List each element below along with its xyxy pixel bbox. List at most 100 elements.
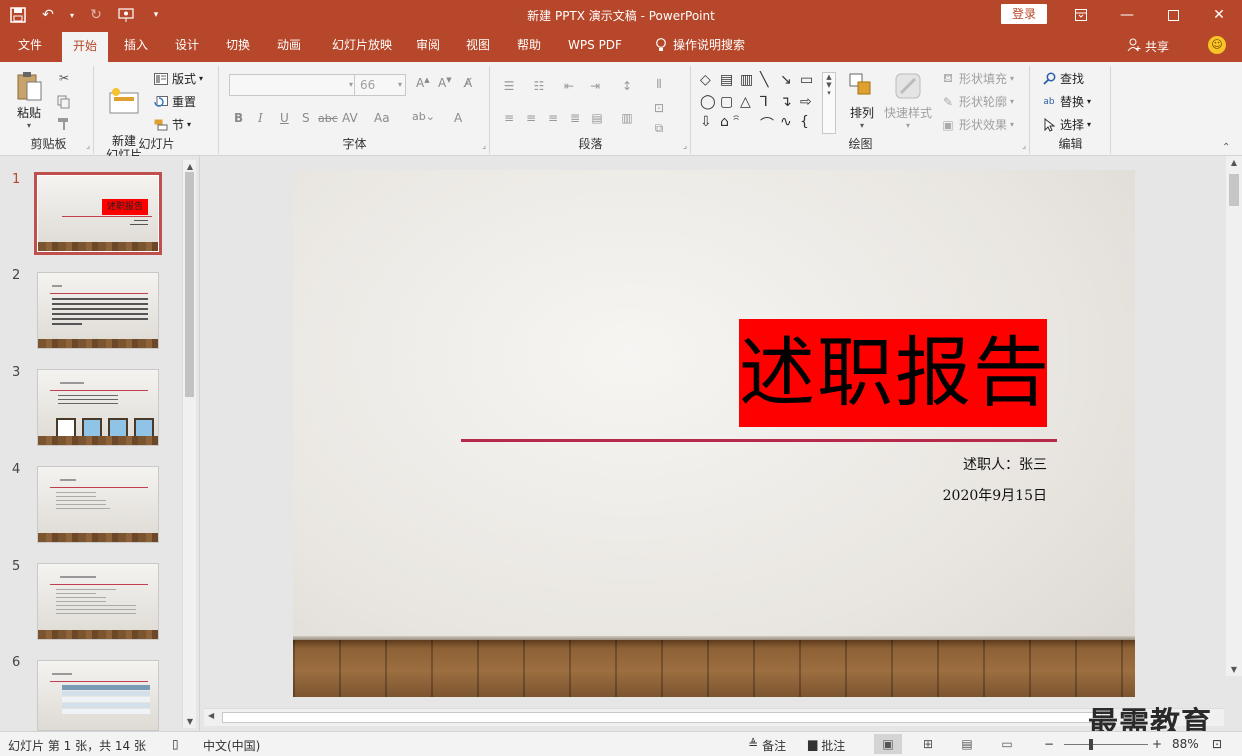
current-slide[interactable]: 述职报告 述职人：张三 2020年9月15日 <box>293 170 1135 697</box>
align-left-icon[interactable]: ≡ <box>501 110 517 126</box>
italic-button[interactable]: I <box>258 111 263 125</box>
clear-formatting-icon[interactable]: A̸ <box>464 76 472 90</box>
decrease-font-size-icon[interactable]: A▼ <box>438 76 452 90</box>
chevron-down-icon[interactable]: ▾ <box>68 5 76 25</box>
undo-icon[interactable]: ↶ <box>38 5 58 25</box>
align-center-icon[interactable]: ≡ <box>523 110 539 126</box>
save-icon[interactable] <box>8 5 28 25</box>
scroll-up-icon[interactable]: ▲ <box>183 162 197 171</box>
slide-thumbnail-3[interactable] <box>37 369 159 446</box>
quick-styles-button[interactable]: 快速样式 ▾ <box>882 70 934 130</box>
scrollbar-thumb[interactable] <box>222 712 1102 723</box>
slideshow-view-icon[interactable]: ▭ <box>993 734 1021 754</box>
notes-button[interactable]: ≜ 备注 <box>748 737 786 754</box>
replace-button[interactable]: ab 替换 ▾ <box>1041 93 1091 110</box>
arrow-line-icon[interactable]: ↘ <box>780 72 792 88</box>
minimize-icon[interactable]: — <box>1104 0 1150 30</box>
curve-shape-icon[interactable]: ∿ <box>780 114 792 130</box>
smartart-icon[interactable]: ⧉ <box>651 120 667 136</box>
change-case-button[interactable]: Aa <box>374 111 390 125</box>
justify-icon[interactable]: ≣ <box>567 110 583 126</box>
cut-icon[interactable]: ✂ <box>56 70 72 86</box>
increase-font-size-icon[interactable]: A▲ <box>416 76 430 90</box>
feedback-smiley-icon[interactable]: ☺ <box>1208 36 1226 54</box>
zoom-level[interactable]: 88% <box>1172 737 1199 751</box>
close-icon[interactable]: ✕ <box>1196 0 1242 30</box>
copy-icon[interactable] <box>56 94 72 110</box>
slide-thumbnail-2[interactable] <box>37 272 159 349</box>
reset-button[interactable]: 重置 <box>153 93 196 110</box>
zoom-out-icon[interactable]: − <box>1044 737 1054 751</box>
line-spacing-icon[interactable]: ↕ <box>619 78 635 94</box>
rectangle-shape-icon[interactable]: ▭ <box>800 72 813 88</box>
login-button[interactable]: 登录 <box>1001 4 1047 24</box>
character-spacing-button[interactable]: AV <box>342 111 358 125</box>
scroll-left-icon[interactable]: ◀ <box>208 711 214 720</box>
align-right-icon[interactable]: ≡ <box>545 110 561 126</box>
zoom-slider-knob[interactable] <box>1089 739 1093 750</box>
tab-file[interactable]: 文件 <box>8 30 52 62</box>
shapes-gallery[interactable]: ◇ ▤ ▥ ╲ ↘ ▭ ◯ ▢ △ ⅂ ↴ ⇨ ⇩ ⌂ ꩰ ⌒ ∿ { <box>698 72 818 134</box>
language-status[interactable]: 中文(中国) <box>203 737 260 754</box>
increase-indent-icon[interactable]: ⇥ <box>587 78 603 94</box>
slide-reporter[interactable]: 述职人：张三 <box>963 454 1047 474</box>
columns-icon[interactable]: ▥ <box>619 110 635 126</box>
slide-thumbnail-5[interactable] <box>37 563 159 640</box>
scrollbar-thumb[interactable] <box>185 172 194 397</box>
maximize-icon[interactable] <box>1150 0 1196 30</box>
customize-toolbar-icon[interactable]: ▾ <box>146 5 166 25</box>
scroll-down-icon[interactable]: ▼ <box>1226 665 1242 674</box>
right-arrow-shape-icon[interactable]: ⇨ <box>800 94 812 110</box>
normal-view-icon[interactable]: ▣ <box>874 734 902 754</box>
arrange-button[interactable]: 排列 ▾ <box>842 70 882 130</box>
shapes-gallery-scroll[interactable]: ▲ ▼ ▾ <box>822 72 836 134</box>
scroll-up-icon[interactable]: ▲ <box>1226 158 1242 167</box>
shape-outline-button[interactable]: ✎ 形状轮廓 ▾ <box>940 93 1014 110</box>
select-button[interactable]: 选择 ▾ <box>1041 116 1091 133</box>
numbering-icon[interactable]: ☷ <box>531 78 547 94</box>
tab-view[interactable]: 视图 <box>456 30 500 62</box>
format-painter-icon[interactable] <box>56 116 72 132</box>
horizontal-scrollbar[interactable]: ◀ <box>204 708 1224 726</box>
freeform-shape-icon[interactable]: ⌂ <box>720 114 729 130</box>
arc-shape-icon[interactable]: ⌒ <box>760 114 774 134</box>
vertical-textbox-icon[interactable]: ▥ <box>740 72 753 88</box>
zoom-slider[interactable] <box>1064 744 1148 745</box>
tab-help[interactable]: 帮助 <box>507 30 551 62</box>
font-name-combo[interactable]: ▾ <box>229 74 357 96</box>
tab-home[interactable]: 开始 <box>62 32 108 62</box>
slide-date[interactable]: 2020年9月15日 <box>943 485 1047 505</box>
collapse-ribbon-icon[interactable]: ⌃ <box>1222 142 1230 153</box>
distributed-icon[interactable]: ▤ <box>589 110 605 126</box>
slide-thumbnail-6[interactable] <box>37 660 159 731</box>
shape-effects-button[interactable]: ▣ 形状效果 ▾ <box>940 116 1014 133</box>
share-button[interactable]: 共享 <box>1127 38 1169 55</box>
tab-review[interactable]: 审阅 <box>406 30 450 62</box>
tab-animations[interactable]: 动画 <box>267 30 311 62</box>
bullets-icon[interactable]: ☰ <box>501 78 517 94</box>
tab-transitions[interactable]: 切换 <box>216 30 260 62</box>
highlight-icon[interactable]: ab⌄ <box>412 110 435 123</box>
tab-wps-pdf[interactable]: WPS PDF <box>560 30 630 62</box>
ribbon-display-options-icon[interactable] <box>1058 0 1104 30</box>
text-direction-icon[interactable]: ⫴ <box>651 76 667 92</box>
slide-scrollbar[interactable]: ▲ ▼ <box>1226 156 1242 676</box>
triangle-shape-icon[interactable]: △ <box>740 94 751 110</box>
tab-design[interactable]: 设计 <box>165 30 209 62</box>
section-button[interactable]: 节 ▾ <box>153 116 191 133</box>
reading-view-icon[interactable]: ▤ <box>953 734 981 754</box>
diamond-shape-icon[interactable]: ◇ <box>700 72 711 88</box>
slide-sorter-icon[interactable]: ⊞ <box>914 734 942 754</box>
slide-thumbnail-4[interactable] <box>37 466 159 543</box>
redo-icon[interactable]: ↻ <box>86 5 106 25</box>
slide-title[interactable]: 述职报告 <box>739 319 1047 427</box>
underline-button[interactable]: U <box>280 111 289 125</box>
down-arrow-shape-icon[interactable]: ⇩ <box>700 114 712 130</box>
font-color-button[interactable]: A <box>454 111 462 125</box>
thumbnail-scrollbar[interactable]: ▲ ▼ <box>182 160 196 728</box>
find-button[interactable]: 查找 <box>1041 70 1084 87</box>
zoom-in-icon[interactable]: + <box>1152 737 1162 751</box>
bold-button[interactable]: B <box>234 111 243 125</box>
shape-fill-button[interactable]: ⛾ 形状填充 ▾ <box>940 70 1014 87</box>
dialog-launcher-icon[interactable]: ⌟ <box>1022 141 1026 150</box>
